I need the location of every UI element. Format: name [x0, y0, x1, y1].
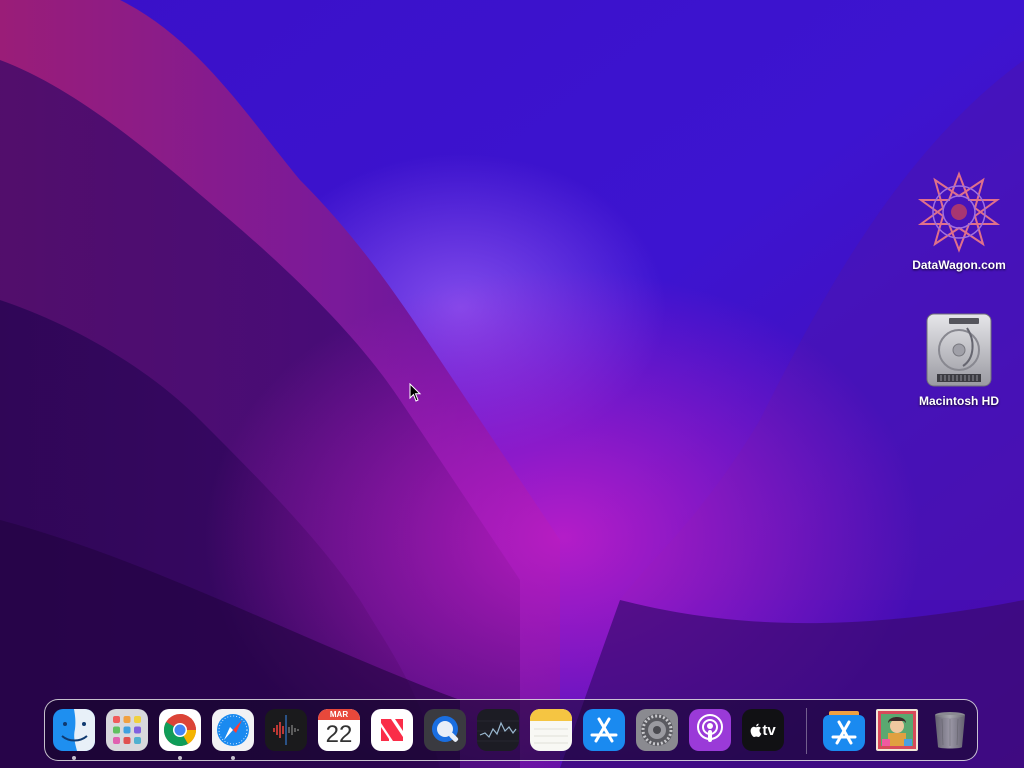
- news-icon: [371, 709, 413, 751]
- quicktime-icon: [424, 709, 466, 751]
- dock-item-applications[interactable]: [823, 709, 865, 751]
- downloads-stack-icon: [876, 709, 918, 751]
- desktop[interactable]: DataWagon.com Macintosh HD MAR 22 tv: [0, 0, 1024, 768]
- trash-icon: [935, 712, 965, 749]
- dock-item-stocks[interactable]: [477, 709, 519, 751]
- dock-item-notes[interactable]: [530, 709, 572, 751]
- dock: MAR 22 tv: [44, 699, 978, 761]
- launchpad-icon: [106, 709, 148, 751]
- dock-item-quicktime[interactable]: [424, 709, 466, 751]
- wallpaper: [0, 0, 1024, 768]
- safari-icon: [212, 709, 254, 751]
- calendar-day: 22: [325, 721, 353, 748]
- calendar-month: MAR: [318, 709, 360, 720]
- dock-item-podcasts[interactable]: [689, 709, 731, 751]
- running-indicator: [72, 756, 76, 760]
- dock-item-launchpad[interactable]: [106, 709, 148, 751]
- apple-tv-icon: tv: [750, 721, 776, 739]
- dock-item-system-preferences[interactable]: [636, 709, 678, 751]
- desktop-icon-label: DataWagon.com: [912, 258, 1006, 272]
- dock-item-finder[interactable]: [53, 709, 95, 751]
- desktop-icon-label: Macintosh HD: [918, 394, 999, 408]
- mouse-cursor-icon: [409, 383, 422, 402]
- desktop-icon-macintosh-hd[interactable]: Macintosh HD: [904, 310, 1014, 408]
- apple-logo-icon: [750, 723, 762, 737]
- finder-icon: [53, 709, 95, 751]
- hard-drive-icon: [926, 313, 992, 387]
- dock-item-safari[interactable]: [212, 709, 254, 751]
- desktop-icon-datawagon[interactable]: DataWagon.com: [904, 170, 1014, 272]
- dock-separator: [806, 708, 807, 754]
- voice-memos-icon: [265, 709, 307, 751]
- dock-item-chrome[interactable]: [159, 709, 201, 751]
- apple-tv-label: tv: [762, 721, 776, 739]
- notes-icon: [530, 709, 572, 751]
- dock-item-apple-tv[interactable]: tv: [742, 709, 784, 751]
- dock-item-trash[interactable]: [929, 709, 971, 751]
- dock-item-news[interactable]: [371, 709, 413, 751]
- stocks-icon: [477, 709, 519, 751]
- running-indicator: [178, 756, 182, 760]
- dock-item-downloads[interactable]: [876, 709, 918, 751]
- applications-folder-icon: [823, 711, 865, 751]
- dock-item-voice-memos[interactable]: [265, 709, 307, 751]
- datawagon-logo-icon: [917, 171, 1001, 253]
- running-indicator: [231, 756, 235, 760]
- system-preferences-icon: [636, 709, 678, 751]
- calendar-icon: MAR 22: [318, 709, 360, 751]
- app-store-icon: [583, 709, 625, 751]
- dock-item-calendar[interactable]: MAR 22: [318, 709, 360, 751]
- dock-item-app-store[interactable]: [583, 709, 625, 751]
- chrome-icon: [159, 709, 201, 751]
- podcasts-icon: [689, 709, 731, 751]
